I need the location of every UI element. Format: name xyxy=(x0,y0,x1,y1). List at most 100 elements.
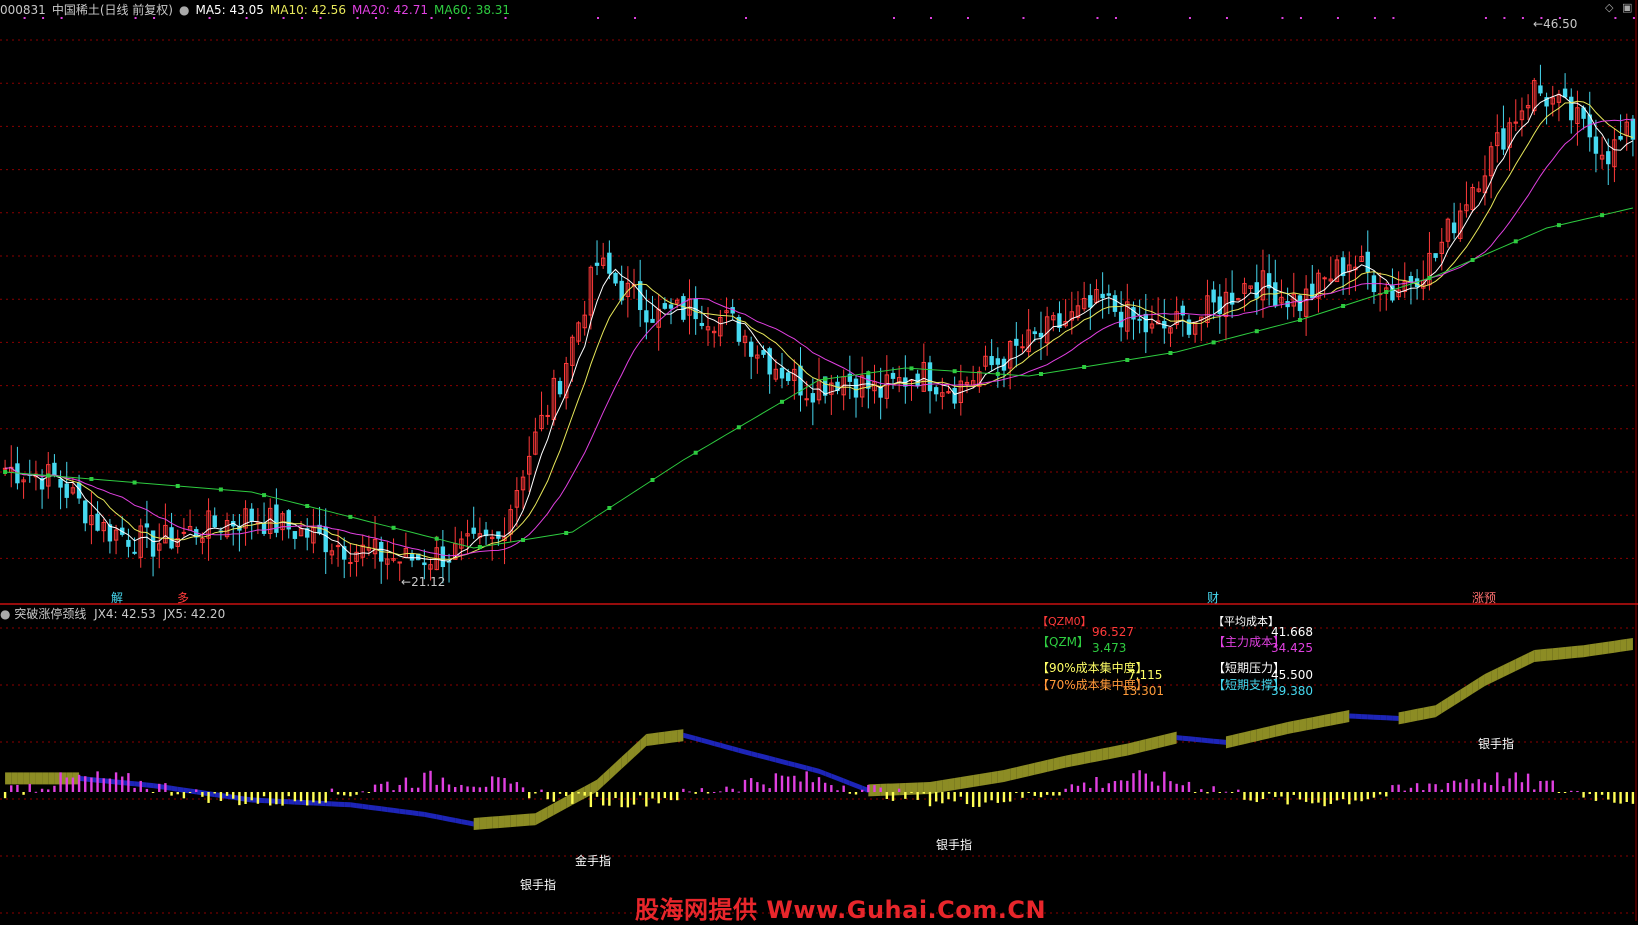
band-segment xyxy=(1521,653,1529,668)
histogram-bar xyxy=(564,792,568,796)
candle-down xyxy=(83,500,88,524)
histogram-bar xyxy=(404,777,408,792)
histogram-bar xyxy=(1329,792,1332,804)
histogram-bar xyxy=(1594,792,1598,801)
histogram-bar xyxy=(1341,792,1345,800)
band-segment xyxy=(1219,739,1226,745)
histogram-bar xyxy=(1631,792,1635,804)
histogram-bar xyxy=(1619,792,1622,804)
ma60-dot xyxy=(1600,213,1605,218)
candle-down xyxy=(1014,338,1019,346)
histogram-bar xyxy=(657,792,660,804)
band-segment xyxy=(627,745,635,764)
histogram-bar xyxy=(1249,792,1252,801)
candle-down xyxy=(761,350,766,355)
band-segment xyxy=(794,762,801,769)
signal-dot xyxy=(1614,17,1617,19)
signal-dot xyxy=(467,17,470,19)
candle-down xyxy=(557,380,563,395)
band-segment xyxy=(652,732,659,746)
candle-down xyxy=(933,387,939,395)
band-segment xyxy=(683,732,690,740)
histogram-bar xyxy=(1008,792,1012,802)
candle-down xyxy=(1032,331,1038,335)
band-segment xyxy=(1441,697,1448,714)
histogram-bar xyxy=(1206,792,1209,794)
band-segment xyxy=(1145,737,1152,752)
signal-dot xyxy=(282,17,285,19)
band-segment xyxy=(1608,640,1615,654)
histogram-bar xyxy=(1138,770,1141,792)
histogram-bar xyxy=(336,792,340,795)
histogram-bar xyxy=(324,792,327,803)
band-segment xyxy=(1565,646,1572,659)
band-segment xyxy=(1293,719,1300,733)
histogram-bar xyxy=(201,792,204,797)
band-segment xyxy=(621,751,628,769)
histogram-bar xyxy=(460,784,463,792)
band-segment xyxy=(1059,755,1066,770)
candle-down xyxy=(1562,88,1568,98)
band-segment xyxy=(23,772,30,785)
band-segment xyxy=(603,768,610,786)
histogram-bar xyxy=(349,792,352,797)
histogram-bar xyxy=(1292,792,1295,795)
signal-dot xyxy=(929,17,932,19)
signal-dot xyxy=(597,17,600,19)
band-segment xyxy=(492,816,499,829)
signal-dot xyxy=(1540,17,1543,19)
histogram-bar xyxy=(484,786,488,792)
band-segment xyxy=(424,811,431,819)
band-segment xyxy=(849,780,856,789)
chart-canvas[interactable] xyxy=(0,0,1638,921)
histogram-bar xyxy=(1348,792,1351,805)
signal-dot xyxy=(1558,17,1561,19)
histogram-bar xyxy=(330,788,334,792)
band-segment xyxy=(1429,705,1436,719)
band-segment xyxy=(806,765,813,773)
signal-dot xyxy=(1392,17,1395,19)
histogram-bar xyxy=(694,792,697,794)
histogram-bar xyxy=(466,786,469,792)
histogram-bar xyxy=(1582,792,1585,798)
candle-down xyxy=(107,524,113,542)
signal-dot xyxy=(1022,17,1025,19)
histogram-bar xyxy=(756,782,759,792)
band-segment xyxy=(350,802,357,809)
candle-down xyxy=(422,562,427,566)
histogram-bar xyxy=(1403,790,1406,792)
histogram-bar xyxy=(343,792,346,796)
signal-dot xyxy=(1281,17,1284,19)
histogram-bar xyxy=(275,792,278,805)
histogram-bar xyxy=(928,792,932,807)
histogram-bar xyxy=(1600,792,1604,795)
histogram-bar xyxy=(595,792,599,797)
histogram-bar xyxy=(534,792,537,794)
band-segment xyxy=(1540,648,1547,662)
histogram-bar xyxy=(373,784,377,792)
band-segment xyxy=(1373,714,1381,720)
signal-dot xyxy=(745,17,748,19)
band-segment xyxy=(991,771,998,784)
band-segment xyxy=(35,772,43,785)
band-segment xyxy=(738,747,746,755)
histogram-bar xyxy=(805,771,808,792)
band-segment xyxy=(338,801,345,807)
histogram-bar xyxy=(77,774,81,792)
band-segment xyxy=(171,785,178,792)
band-segment xyxy=(1071,753,1078,767)
ma60-dot xyxy=(693,450,698,455)
candle-down xyxy=(169,527,174,549)
band-segment xyxy=(1595,642,1603,656)
band-segment xyxy=(1281,722,1288,736)
band-segment xyxy=(763,754,770,761)
candle-down xyxy=(440,546,446,568)
candle-down xyxy=(64,483,69,498)
signal-dot xyxy=(153,17,156,19)
histogram-bar xyxy=(293,792,297,802)
histogram-bar xyxy=(645,792,648,807)
candle-down xyxy=(132,551,137,554)
histogram-bar xyxy=(1440,789,1443,792)
histogram-bar xyxy=(472,786,475,792)
band-segment xyxy=(42,772,49,785)
